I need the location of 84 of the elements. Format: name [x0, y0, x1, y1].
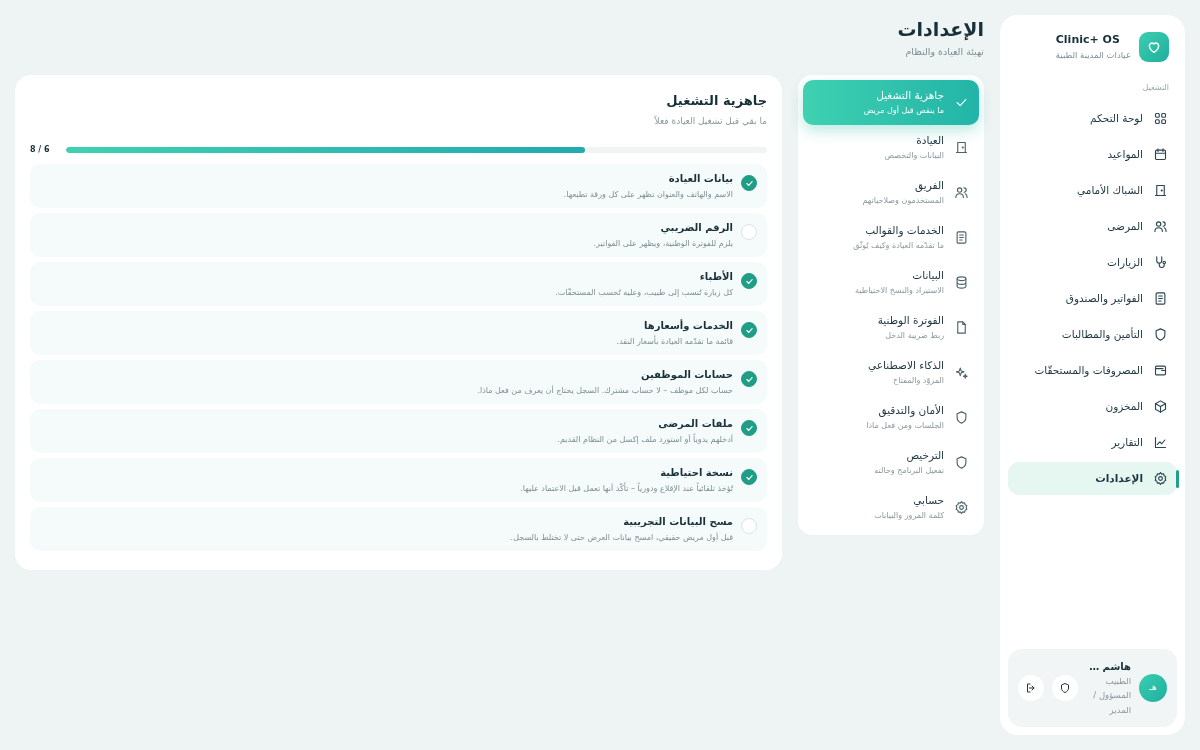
chart-icon: [1153, 435, 1168, 450]
check-icon: [744, 374, 754, 384]
settings-nav-item[interactable]: الفريق المستخدمون وصلاحياتهم: [803, 170, 979, 216]
shield-icon: [954, 410, 969, 426]
settings-nav-item[interactable]: الذكاء الاصطناعي المزوّد والمفتاح: [803, 350, 979, 396]
shield-button[interactable]: [1052, 674, 1078, 701]
item-description: قبل أول مريض حقيقي، امسح بيانات العرض حتى لا تختلط بالسجل.: [510, 532, 733, 545]
document-icon: [954, 230, 969, 246]
logout-icon: [1025, 681, 1037, 694]
item-title: الرقم الضريبي: [659, 221, 733, 236]
sidebar-item[interactable]: المرضى: [1008, 210, 1177, 243]
door-icon: [954, 140, 969, 156]
sidebar-item[interactable]: المخزون: [1008, 390, 1177, 423]
item-description: يلزم للفوترة الوطنية، ويظهر على الفواتير.: [593, 238, 733, 251]
settings-nav-item[interactable]: حسابي كلمة المرور والبيانات: [803, 485, 979, 531]
settings-nav-item[interactable]: الترخيص تفعيل البرنامج وحالته: [803, 440, 979, 486]
settings-icon: [954, 500, 969, 516]
file-icon: [954, 320, 969, 336]
shield-icon: [954, 455, 969, 471]
shield-icon: [1153, 327, 1168, 342]
sidebar-item[interactable]: الفواتير والصندوق: [1008, 282, 1177, 315]
box-icon: [1153, 399, 1168, 414]
calendar-icon: [1153, 147, 1168, 162]
item-title: حسابات الموظفين: [639, 368, 733, 383]
sidebar-item[interactable]: التقارير: [1008, 426, 1177, 459]
item-description: أدخلهم يدوياً أو استورد ملف إكسل من النظام القديم.: [557, 434, 733, 447]
card-subtitle: ما بقي قبل تشغيل العيادة فعلاً: [653, 114, 767, 128]
item-title: الخدمات وأسعارها: [643, 318, 733, 334]
sidebar-item[interactable]: لوحة التحكم: [1008, 102, 1177, 135]
sidebar-item[interactable]: الشباك الأمامي: [1008, 174, 1177, 207]
settings-icon: [1153, 471, 1168, 486]
grid-icon: [1153, 111, 1168, 126]
check-icon: [744, 423, 754, 433]
sidebar-item[interactable]: التأمين والمطالبات: [1008, 318, 1177, 351]
checkbox[interactable]: [741, 469, 757, 486]
users-icon: [1153, 219, 1168, 234]
item-title: الأطباء: [698, 269, 733, 285]
document-icon: [1153, 291, 1168, 306]
progress-count: 6 / 8: [30, 144, 50, 157]
sidebar-item[interactable]: الإعدادات: [1008, 462, 1177, 495]
wallet-icon: [1153, 363, 1168, 378]
item-title: نسخة احتياطية: [659, 466, 733, 481]
checkbox[interactable]: [741, 273, 757, 290]
door-icon: [1153, 183, 1168, 198]
item-description: حساب لكل موظف – لا حساب مشترك. السجل يحتاج أن يعرف من فعل ماذا.: [477, 385, 733, 398]
shield-icon: [1059, 681, 1071, 694]
check-icon: [744, 472, 754, 482]
item-description: تُؤخذ تلقائياً عند الإقلاع ودورياً – تأكّد أنها تعمل قبل الاعتماد عليها.: [520, 483, 733, 496]
settings-nav-item[interactable]: الفوترة الوطنية ربط ضريبة الدخل: [803, 305, 979, 351]
user-name: هاشم …: [1088, 659, 1131, 674]
item-title: ملفات المرضى: [657, 417, 733, 432]
item-description: الاسم والهاتف والعنوان تظهر على كل ورقة تطبعها.: [563, 189, 733, 202]
app-name: Clinic+ OS: [1055, 32, 1121, 49]
sparkle-icon: [954, 365, 969, 381]
settings-nav-item[interactable]: العيادة البيانات والتخصص: [803, 125, 979, 171]
sidebar-item[interactable]: الزيارات: [1008, 246, 1177, 279]
users-icon: [954, 185, 969, 201]
item-title: بيانات العيادة: [667, 172, 733, 187]
logout-button[interactable]: [1018, 674, 1044, 701]
item-description: كل زيارة تُنسب إلى طبيب، وعليه تُحسب المستحقّات.: [555, 287, 733, 300]
check-icon: [744, 276, 754, 286]
item-title: مسح البيانات التجريبية: [622, 515, 733, 530]
checkbox[interactable]: [741, 371, 757, 388]
section-label: التشغيل: [1141, 82, 1170, 94]
page-title: الإعدادات: [896, 18, 984, 41]
page-subtitle: تهيئة العيادة والنظام: [904, 44, 984, 59]
checkbox[interactable]: [741, 322, 757, 339]
settings-nav-item[interactable]: البيانات الاستيراد والنسخ الاحتياطية: [803, 260, 979, 306]
card-title: جاهزية التشغيل: [665, 92, 767, 111]
heart-logo-icon: [1139, 32, 1169, 62]
stethoscope-icon: [1153, 255, 1168, 270]
settings-nav-item[interactable]: الأمان والتدقيق الجلسات ومن فعل ماذا: [803, 395, 979, 441]
checkbox[interactable]: [741, 175, 757, 192]
database-icon: [954, 275, 969, 291]
check-icon: [744, 178, 754, 188]
clinic-name: عيادات المدينة الطبية: [1055, 48, 1131, 62]
sidebar-item[interactable]: المصروفات والمستحقّات: [1008, 354, 1177, 387]
item-description: قائمة ما تقدّمه العيادة بأسعار النقد.: [616, 336, 733, 349]
check-icon: [744, 325, 754, 335]
avatar: هـ: [1139, 673, 1167, 702]
user-role: الطبيب المسؤول / المدير: [1092, 674, 1131, 717]
sidebar-item[interactable]: المواعيد: [1008, 138, 1177, 171]
settings-nav-item[interactable]: الخدمات والقوالب ما تقدّمه العيادة وكيف يُوثّق: [803, 215, 979, 261]
checkbox[interactable]: [741, 420, 757, 437]
